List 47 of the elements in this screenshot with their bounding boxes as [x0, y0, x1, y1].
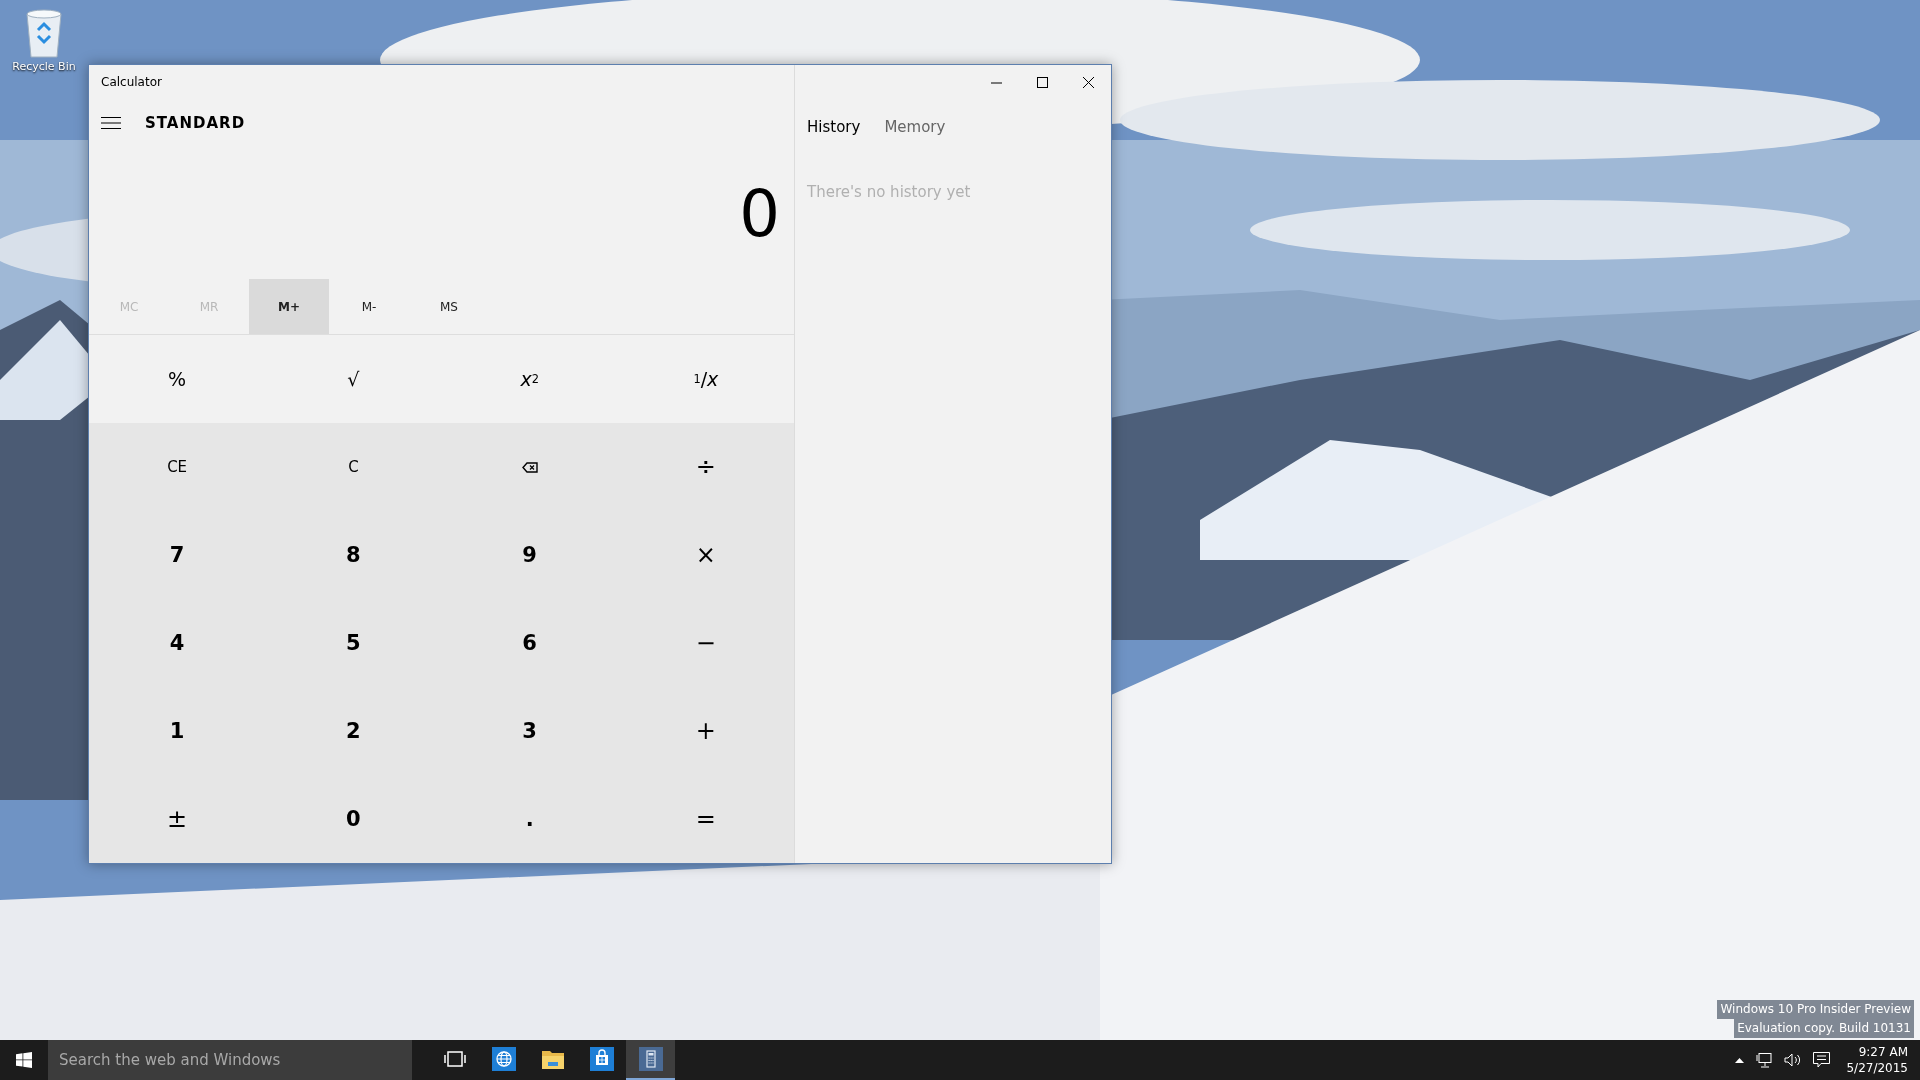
windows-logo-icon	[16, 1052, 32, 1068]
operator-key[interactable]: ±	[89, 775, 266, 863]
message-icon[interactable]	[1813, 1052, 1831, 1068]
digit-key[interactable]: 8	[265, 511, 442, 599]
pane-tab[interactable]: Memory	[884, 118, 946, 136]
operator-key[interactable]: ×	[617, 511, 794, 599]
digit-key[interactable]: 9	[441, 511, 618, 599]
recycle-bin-icon[interactable]	[24, 8, 64, 58]
globe-icon	[491, 1047, 516, 1071]
pane-tab[interactable]: History	[807, 118, 861, 136]
digit-key[interactable]: .	[441, 775, 618, 863]
task-view-icon	[443, 1051, 466, 1067]
clear-key[interactable]: CE	[89, 423, 266, 511]
speaker-icon[interactable]	[1784, 1053, 1802, 1067]
calculator-icon	[638, 1047, 663, 1071]
network-icon[interactable]	[1756, 1052, 1773, 1068]
memory-button[interactable]: M-	[329, 279, 409, 334]
clear-key[interactable]: C	[265, 423, 442, 511]
operator-key[interactable]: ÷	[617, 423, 794, 511]
digit-key[interactable]: 5	[265, 599, 442, 687]
caret-up-icon[interactable]	[1735, 1057, 1745, 1063]
search-field[interactable]: Search the web and Windows	[48, 1040, 412, 1080]
digit-key[interactable]: 4	[89, 599, 266, 687]
close-icon	[1082, 76, 1094, 88]
build-notice: Windows 10 Pro Insider Preview	[1717, 1000, 1914, 1019]
digit-key[interactable]: 3	[441, 687, 618, 775]
folder-icon	[540, 1048, 565, 1070]
backspace-icon	[521, 461, 538, 473]
empty-history-message: There's no history yet	[807, 183, 972, 201]
menu-icon[interactable]	[101, 117, 121, 130]
operator-key[interactable]: =	[617, 775, 794, 863]
build-notice: Evaluation copy. Build 10131	[1734, 1019, 1914, 1038]
memory-button[interactable]: M+	[249, 279, 329, 334]
operator-key[interactable]: +	[617, 687, 794, 775]
operator-key[interactable]: −	[617, 599, 794, 687]
clock[interactable]: 9:27 AM 5/27/2015	[1842, 1044, 1912, 1076]
digit-key[interactable]: 6	[441, 599, 618, 687]
memory-button[interactable]: MS	[409, 279, 489, 334]
shopping-bag-icon	[589, 1047, 614, 1071]
maximize-icon	[1036, 76, 1048, 88]
digit-key[interactable]: 2	[265, 687, 442, 775]
digit-key[interactable]: 7	[89, 511, 266, 599]
digit-key[interactable]: 0	[265, 775, 442, 863]
digit-key[interactable]: 1	[89, 687, 266, 775]
window-title: Calculator	[101, 74, 162, 89]
mode-title: STANDARD	[145, 114, 246, 133]
result-display: 0	[739, 176, 780, 251]
